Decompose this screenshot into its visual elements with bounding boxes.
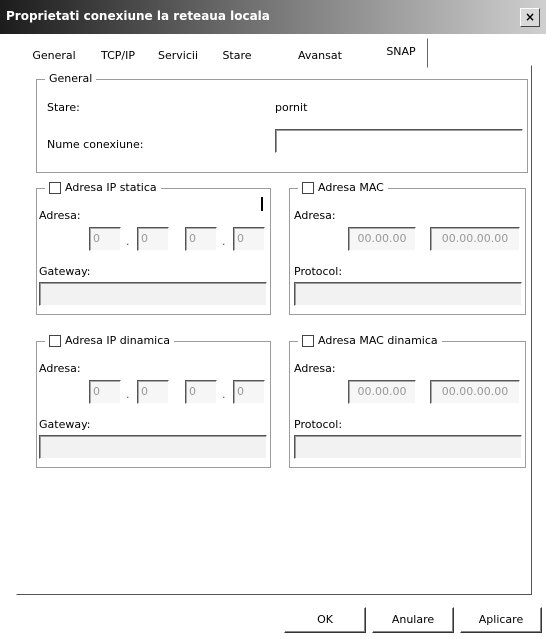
cancel-button[interactable]: Anulare (372, 607, 454, 633)
title-bar[interactable]: Proprietati conexiune la reteaua locala … (0, 0, 546, 34)
mac-protocol-field[interactable] (294, 282, 522, 306)
dynamic-mac-address-label: Adresa: (294, 362, 336, 375)
tab-snap[interactable]: SNAP (374, 38, 428, 68)
description-input[interactable] (275, 129, 523, 153)
dynamic-mac-group-legend[interactable]: Adresa MAC dinamica (298, 334, 442, 347)
dynamic-mac-checkbox[interactable] (302, 335, 314, 347)
dynamic-mac-part-2[interactable]: 00.00.00.00 (430, 380, 520, 404)
apply-button[interactable]: Aplicare (460, 607, 542, 633)
mac-part-2[interactable]: 00.00.00.00 (430, 227, 520, 251)
mac-group: Adresa MAC Adresa: 00.00.00 00.00.00.00 … (289, 181, 526, 315)
dynamic-mac-part-1[interactable]: 00.00.00 (348, 380, 416, 404)
dynamic-ip-octet-1[interactable]: 0 (89, 380, 121, 404)
tab-tcpip[interactable]: TCP/IP (89, 44, 147, 67)
tab-advanced[interactable]: Avansat (264, 44, 376, 67)
dynamic-mac-protocol-field[interactable] (294, 435, 522, 459)
tab-services[interactable]: Servicii (146, 44, 210, 67)
general-group: General Stare: pornit Nume conexiune: (36, 72, 528, 173)
dynamic-ip-octet-2[interactable]: 0 (137, 380, 169, 404)
dynamic-ip-octet-3[interactable]: 0 (185, 380, 217, 404)
static-ip-octet-1[interactable]: 0 (89, 227, 121, 251)
static-ip-group: Adresa IP statica Adresa: 0 . 0 0 . 0 Ga… (36, 181, 271, 315)
status-label: Stare: (47, 101, 80, 114)
description-label: Nume conexiune: (47, 138, 144, 151)
dynamic-mac-protocol-label: Protocol: (294, 418, 343, 431)
dynamic-ip-group-legend[interactable]: Adresa IP dinamica (45, 334, 175, 347)
static-ip-octet-4[interactable]: 0 (233, 227, 265, 251)
mac-group-legend[interactable]: Adresa MAC (298, 181, 388, 194)
dynamic-ip-checkbox[interactable] (49, 335, 61, 347)
dynamic-gateway-field[interactable] (39, 435, 267, 459)
dynamic-mac-group: Adresa MAC dinamica Adresa: 00.00.00 00.… (289, 334, 526, 468)
static-gateway-field[interactable] (39, 282, 267, 306)
static-ip-checkbox[interactable] (49, 182, 61, 194)
mac-address-label: Adresa: (294, 209, 336, 222)
tab-panel: General Stare: pornit Nume conexiune: Ad… (16, 65, 532, 595)
dynamic-gateway-label: Gateway: (39, 418, 91, 431)
general-group-legend: General (45, 72, 97, 85)
static-ip-group-legend[interactable]: Adresa IP statica (45, 181, 161, 194)
window-title: Proprietati conexiune la reteaua locala (6, 9, 270, 23)
static-ip-address-label: Adresa: (39, 209, 81, 222)
close-icon[interactable]: × (520, 8, 540, 27)
dynamic-ip-group: Adresa IP dinamica Adresa: 0 . 0 0 . 0 G… (36, 334, 271, 468)
static-gateway-label: Gateway: (39, 265, 91, 278)
mac-part-1[interactable]: 00.00.00 (348, 227, 416, 251)
tab-status[interactable]: Stare (209, 44, 265, 67)
mac-protocol-label: Protocol: (294, 265, 343, 278)
ok-button[interactable]: OK (284, 607, 366, 633)
static-ip-octet-2[interactable]: 0 (137, 227, 169, 251)
dynamic-ip-octet-4[interactable]: 0 (233, 380, 265, 404)
dynamic-ip-address-label: Adresa: (39, 362, 81, 375)
properties-dialog: Proprietati conexiune la reteaua locala … (0, 0, 546, 639)
status-value: pornit (275, 101, 308, 114)
tab-general[interactable]: General (18, 44, 90, 67)
static-ip-octet-3[interactable]: 0 (185, 227, 217, 251)
mac-checkbox[interactable] (302, 182, 314, 194)
